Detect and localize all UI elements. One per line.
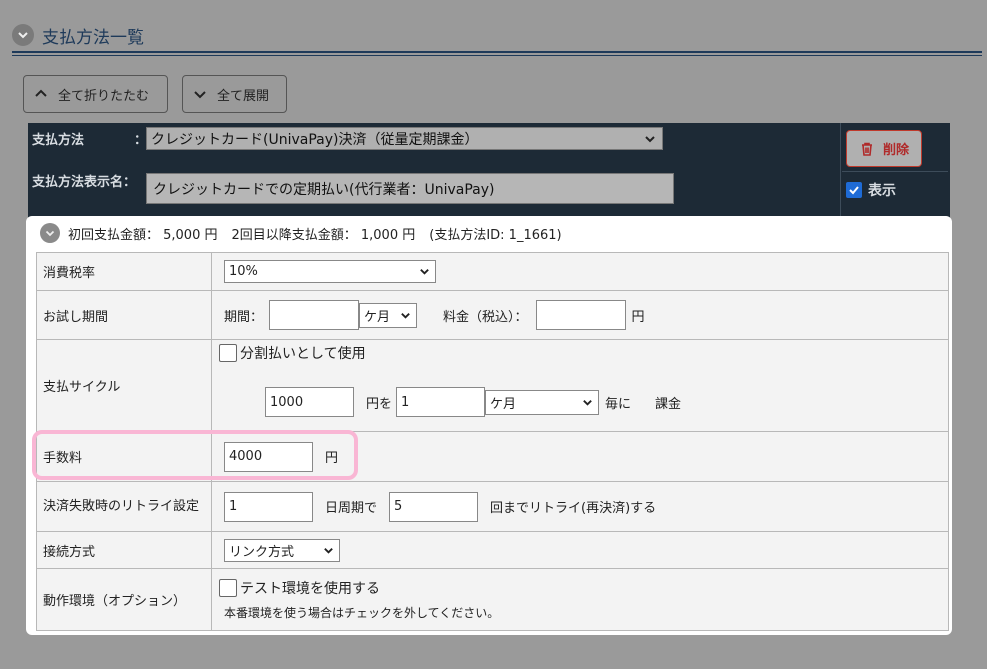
delete-label: 削除 <box>882 143 909 158</box>
delete-button[interactable]: 削除 <box>846 130 922 167</box>
per-label: 毎に <box>605 396 632 412</box>
installment-label: 分割払いとして使用 <box>240 346 366 362</box>
env-label: 動作環境（オプション） <box>36 568 212 631</box>
table-row: 決済失敗時のリトライ設定 1 日周期で 5 回までリトライ(再決済)する <box>36 481 949 532</box>
display-name-label: 支払方法表示名： <box>32 175 137 190</box>
chevron-down-icon <box>194 91 206 99</box>
test-env-label: テスト環境を使用する <box>240 581 380 597</box>
payment-method-id: (支払方法ID: 1_1661) <box>429 227 562 243</box>
env-note: 本番環境を使う場合はチェックを外してください。 <box>224 606 500 620</box>
trial-unit-select[interactable]: ケ月 <box>359 302 418 328</box>
connection-value: リンク方式 <box>229 544 295 560</box>
fee-label: 手数料 <box>36 431 212 482</box>
cycle-every-input[interactable]: 1 <box>396 387 486 417</box>
method-label: 支払方法 <box>32 133 85 148</box>
trial-label: お試し期間 <box>36 290 212 340</box>
chevron-down-icon[interactable] <box>40 223 60 243</box>
trial-unit-value: ケ月 <box>364 309 391 325</box>
collapse-all-button[interactable]: 全て折りたたむ <box>23 75 168 113</box>
table-row: 動作環境（オプション） テスト環境を使用する 本番環境を使う場合はチェックを外し… <box>36 568 949 631</box>
day-cycle-label: 日周期で <box>325 501 378 516</box>
trial-period-label: 期間： <box>224 309 264 325</box>
retry-suffix-label: 回までリトライ(再決済)する <box>490 501 657 516</box>
charge-label: 課金 <box>655 396 682 412</box>
subsequent-payment-amount: 2回目以降支払金額： 1,000 円 <box>231 227 416 243</box>
checkbox-icon <box>219 579 237 597</box>
divider <box>842 171 948 172</box>
chevron-down-icon <box>420 269 429 275</box>
fee-input[interactable]: 4000 <box>224 441 313 472</box>
retry-times-input[interactable]: 5 <box>389 491 479 522</box>
table-row: 手数料 4000 円 <box>36 431 949 482</box>
show-checkbox[interactable]: 表示 <box>846 180 896 200</box>
chevron-down-icon <box>645 135 655 142</box>
chevron-up-icon <box>35 89 47 97</box>
display-name-input[interactable]: クレジットカードでの定期払い(代行業者：UnivaPay) <box>146 173 674 204</box>
payment-method-panel: 支払方法 ： クレジットカード(UnivaPay)決済（従量定期課金） 支払方法… <box>28 123 950 219</box>
divider <box>840 123 841 219</box>
table-row: お試し期間 期間： ケ月 料金（税込）： 円 <box>36 290 949 340</box>
installment-checkbox[interactable]: 分割払いとして使用 <box>219 343 948 363</box>
tax-rate-select[interactable]: 10% <box>224 260 436 283</box>
table-row: 接続方式 リンク方式 <box>36 531 949 569</box>
yen-label: 円 <box>631 309 645 325</box>
chevron-down-icon <box>583 399 592 406</box>
connection-label: 接続方式 <box>36 531 212 569</box>
yen-label: 円 <box>325 451 339 466</box>
show-label: 表示 <box>868 183 896 199</box>
header-divider-thin <box>12 55 982 56</box>
checkmark-icon <box>846 182 862 198</box>
chevron-down-icon[interactable] <box>12 24 34 46</box>
section-header: 支払方法一覧 <box>12 14 982 56</box>
cycle-label: 支払サイクル <box>36 339 212 432</box>
cycle-unit-value: ケ月 <box>490 396 517 412</box>
chevron-down-icon <box>401 312 410 319</box>
tax-label: 消費税率 <box>36 252 212 291</box>
tax-rate-value: 10% <box>229 264 258 279</box>
table-row: 消費税率 10% <box>36 252 949 291</box>
expand-all-label: 全て展開 <box>217 88 270 104</box>
payment-settings-table: 消費税率 10% お試し期間 期間： ケ月 料金（税込）： 円 支払サイクル 分… <box>36 252 949 631</box>
table-row: 支払サイクル 分割払いとして使用 1000 円を 1 ケ月 毎に 課金 <box>36 339 949 432</box>
trash-icon <box>861 142 872 156</box>
page-title: 支払方法一覧 <box>42 27 144 48</box>
amount-summary: 初回支払金額： 5,000 円 2回目以降支払金額： 1,000 円 (支払方法… <box>40 222 576 244</box>
payment-method-value: クレジットカード(UnivaPay)決済（従量定期課金） <box>151 131 479 148</box>
retry-label: 決済失敗時のリトライ設定 <box>36 481 212 532</box>
payment-method-select[interactable]: クレジットカード(UnivaPay)決済（従量定期課金） <box>146 127 663 150</box>
trial-period-input[interactable] <box>269 300 360 330</box>
trial-fee-input[interactable] <box>535 300 626 330</box>
chevron-down-icon <box>324 547 333 554</box>
cycle-amount-input[interactable]: 1000 <box>265 387 354 417</box>
collapse-all-label: 全て折りたたむ <box>58 88 150 104</box>
cycle-unit-select[interactable]: ケ月 <box>485 389 600 415</box>
header-divider <box>12 51 982 53</box>
checkbox-icon <box>219 344 237 362</box>
retry-days-input[interactable]: 1 <box>224 491 313 522</box>
first-payment-amount: 初回支払金額： 5,000 円 <box>68 227 218 243</box>
yen-wo-label: 円を <box>366 396 393 412</box>
trial-fee-label: 料金（税込）： <box>443 309 528 325</box>
expand-all-button[interactable]: 全て展開 <box>182 75 287 113</box>
connection-select[interactable]: リンク方式 <box>224 538 340 562</box>
test-env-checkbox[interactable]: テスト環境を使用する <box>219 578 948 598</box>
